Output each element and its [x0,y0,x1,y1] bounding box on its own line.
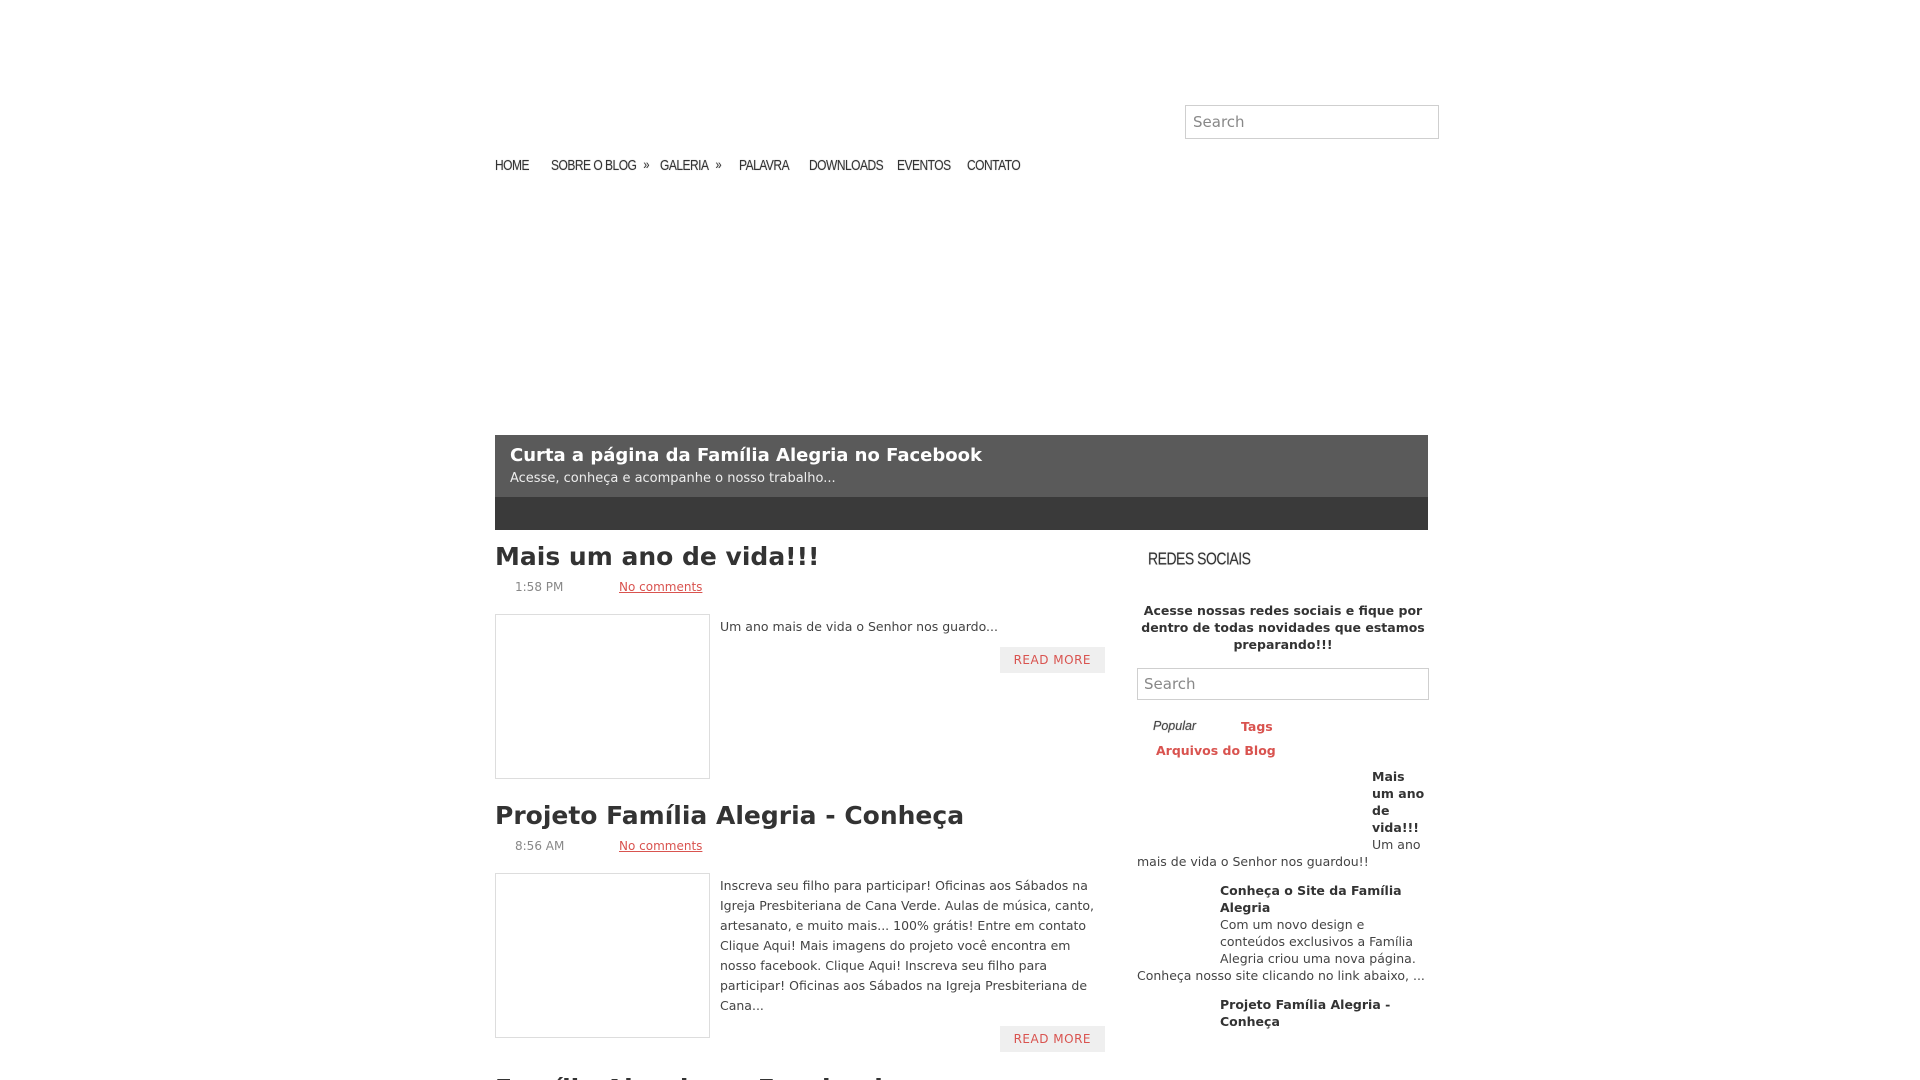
nav-label: CONTATO [967,156,1021,174]
read-more-wrap: READ MORE [720,647,1105,673]
post-body: Inscreva seu filho para participar! Ofic… [495,873,1105,1052]
sidebar-tabs: Popular Tags Arquivos do Blog [1137,714,1429,762]
popular-post-item: Conheça o Site da Família Alegria Com um… [1137,882,1429,984]
post-list: Mais um ano de vida!!! 1:58 PM No commen… [495,540,1105,1080]
featured-banner: Curta a página da Família Alegria no Fac… [495,435,1428,530]
popular-post-thumbnail[interactable] [1137,882,1220,952]
banner-caption: Curta a página da Família Alegria no Fac… [495,435,1428,497]
post: Projeto Família Alegria - Conheça 8:56 A… [495,799,1105,1052]
tab-tags[interactable]: Tags [1241,719,1273,734]
submenu-arrow-icon: » [715,157,722,173]
header-search-input[interactable] [1185,105,1439,139]
post-excerpt: Inscreva seu filho para participar! Ofic… [720,878,1095,1013]
submenu-arrow-icon: » [643,157,649,173]
popular-post-thumbnail[interactable] [1137,768,1372,840]
post-title[interactable]: Família Alegria no Facebook [495,1072,1105,1080]
tab-row: Arquivos do Blog [1153,738,1429,762]
post: Família Alegria no Facebook [495,1072,1105,1080]
nav-item-home[interactable]: HOME [495,156,551,174]
post-time: 8:56 AM [515,839,565,853]
sidebar: REDES SOCIAIS Acesse nossas redes sociai… [1137,548,1429,1078]
read-more-wrap: READ MORE [720,1026,1105,1052]
popular-post-thumbnail[interactable] [1137,996,1220,1066]
popular-post-snippet: Um ano mais de vida o Senhor nos guardou… [1137,837,1421,869]
post-thumbnail[interactable] [495,873,710,1038]
sidebar-search-input[interactable] [1137,668,1429,700]
tab-row: Popular Tags [1153,714,1429,738]
post-comments-link[interactable]: No comments [619,839,702,853]
post-title[interactable]: Projeto Família Alegria - Conheça [495,799,1105,833]
post-comments-link[interactable]: No comments [619,580,702,594]
post-content: Inscreva seu filho para participar! Ofic… [720,873,1105,1052]
post-meta: 1:58 PM No comments [495,578,1105,596]
post-title[interactable]: Mais um ano de vida!!! [495,540,1105,574]
nav-label: DOWNLOADS [809,156,884,174]
tab-popular[interactable]: Popular [1153,719,1241,733]
popular-post-item: Mais um ano de vida!!! Um ano mais de vi… [1137,768,1429,870]
popular-posts: Mais um ano de vida!!! Um ano mais de vi… [1137,768,1429,1066]
nav-label: EVENTOS [897,156,951,174]
read-more-button[interactable]: READ MORE [999,1026,1105,1052]
post-excerpt: Um ano mais de vida o Senhor nos guardo.… [720,619,998,634]
read-more-button[interactable]: READ MORE [999,647,1105,673]
widget-text: Acesse nossas redes sociais e fique por … [1141,603,1425,652]
post-thumbnail[interactable] [495,614,710,779]
post-content: Um ano mais de vida o Senhor nos guardo.… [720,614,1105,779]
banner-subtitle: Acesse, conheça e acompanhe o nosso trab… [510,471,836,486]
tab-archives[interactable]: Arquivos do Blog [1156,743,1276,758]
banner-title[interactable]: Curta a página da Família Alegria no Fac… [510,445,1413,466]
post-body: Um ano mais de vida o Senhor nos guardo.… [495,614,1105,779]
widget-title: REDES SOCIAIS [1148,548,1251,568]
post-meta: 8:56 AM No comments [495,837,1105,855]
nav-label: HOME [495,156,530,174]
nav-label: SOBRE O BLOG [551,156,637,174]
nav-label: GALERIA [660,156,709,174]
nav-label: PALAVRA [739,156,790,174]
nav-item-galeria[interactable]: GALERIA » [660,156,739,174]
main-nav: HOME SOBRE O BLOG » GALERIA » PALAVRA DOWN… [495,155,1027,175]
nav-item-contato[interactable]: CONTATO [967,156,1027,174]
nav-item-sobre-o-blog[interactable]: SOBRE O BLOG » [551,156,660,174]
nav-item-palavra[interactable]: PALAVRA [739,156,809,174]
popular-post-item: Projeto Família Alegria - Conheça [1137,996,1429,1066]
post: Mais um ano de vida!!! 1:58 PM No commen… [495,540,1105,779]
nav-item-eventos[interactable]: EVENTOS [897,156,967,174]
post-time: 1:58 PM [515,580,564,594]
nav-item-downloads[interactable]: DOWNLOADS [809,156,897,174]
